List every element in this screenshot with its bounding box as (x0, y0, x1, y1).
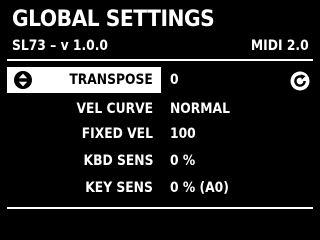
setting-row-key-sens[interactable]: KEY SENS 0 % (A0) (7, 175, 313, 201)
setting-value[interactable]: 0 % (A0) (170, 175, 229, 201)
setting-value[interactable]: 100 (170, 121, 196, 147)
setting-label: VEL CURVE (76, 101, 153, 117)
setting-row-transpose[interactable]: TRANSPOSE 0 (7, 67, 313, 93)
setting-row-fixed-vel[interactable]: FIXED VEL 100 (7, 121, 313, 147)
setting-value[interactable]: 0 (170, 67, 179, 93)
page-title: GLOBAL SETTINGS (12, 7, 215, 32)
setting-label: KBD SENS (83, 153, 153, 169)
up-down-arrows-icon (14, 71, 32, 89)
reset-icon[interactable] (290, 71, 310, 91)
header-divider (7, 59, 313, 61)
footer-divider (7, 207, 313, 209)
setting-label: TRANSPOSE (69, 72, 153, 88)
setting-value[interactable]: 0 % (170, 148, 195, 174)
setting-label: KEY SENS (85, 180, 153, 196)
midi-mode: MIDI 2.0 (251, 38, 309, 54)
setting-row-kbd-sens[interactable]: KBD SENS 0 % (7, 148, 313, 174)
device-version: SL73 – v 1.0.0 (12, 38, 109, 54)
setting-value[interactable]: NORMAL (170, 96, 230, 122)
setting-row-vel-curve[interactable]: VEL CURVE NORMAL (7, 96, 313, 122)
setting-label: FIXED VEL (81, 126, 153, 142)
